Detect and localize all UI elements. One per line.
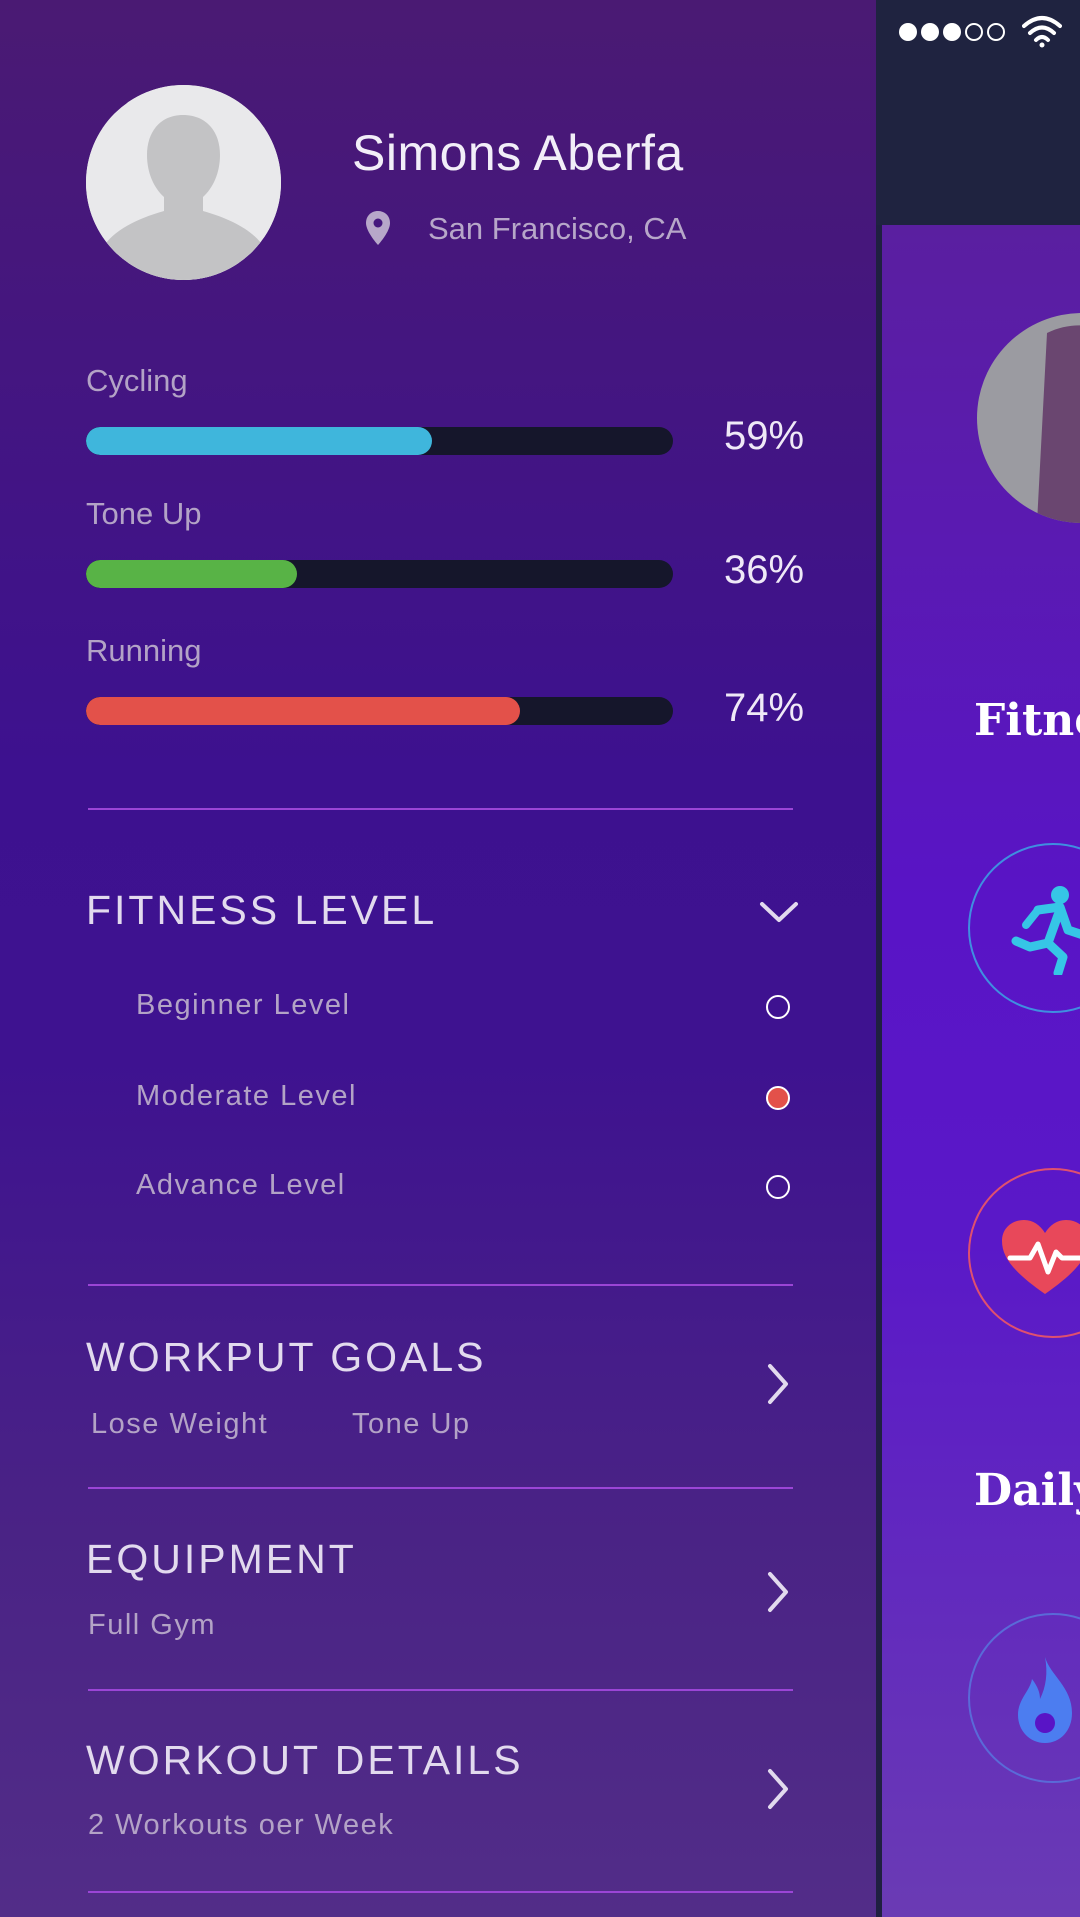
background-screen: Fitne Daily (876, 0, 1080, 1917)
signal-icon (899, 23, 1005, 41)
stat-percent-running: 74% (724, 686, 805, 730)
flame-circle (968, 1613, 1080, 1783)
goal-item-lose-weight: Lose Weight (91, 1408, 269, 1440)
stat-label-tone-up: Tone Up (86, 496, 202, 531)
equipment-title[interactable]: EQUIPMENT (86, 1536, 357, 1583)
progress-fill-running (86, 697, 521, 725)
stat-label-running: Running (86, 633, 202, 668)
status-bar (876, 0, 1080, 225)
profile-drawer: Simons Aberfa San Francisco, CA Cycling … (0, 0, 876, 1917)
divider (88, 808, 793, 810)
location-pin-icon (366, 211, 390, 245)
workout-details-title[interactable]: WORKOUT DETAILS (86, 1737, 524, 1784)
goal-item-tone-up: Tone Up (352, 1408, 471, 1440)
chevron-right-icon[interactable] (764, 1570, 792, 1614)
running-icon (1011, 886, 1080, 975)
divider (88, 1689, 793, 1691)
fitness-option-moderate[interactable]: Moderate Level (136, 1074, 796, 1124)
chevron-right-icon[interactable] (764, 1767, 792, 1811)
heart-pulse-icon (1002, 1220, 1080, 1294)
stat-percent-tone-up: 36% (724, 548, 805, 592)
divider (88, 1284, 793, 1286)
background-heading-fitness: Fitne (974, 695, 1080, 746)
background-avatar (977, 313, 1080, 523)
avatar[interactable] (86, 85, 281, 280)
running-circle (968, 843, 1080, 1013)
fitness-option-label: Moderate Level (136, 1080, 357, 1112)
fitness-level-title[interactable]: FITNESS LEVEL (86, 887, 437, 934)
fitness-option-beginner[interactable]: Beginner Level (136, 983, 796, 1033)
heart-circle (968, 1168, 1080, 1338)
stat-percent-cycling: 59% (724, 414, 805, 458)
progress-bar-running (86, 697, 673, 725)
progress-bar-cycling (86, 427, 673, 455)
progress-bar-tone-up (86, 560, 673, 588)
fitness-option-label: Advance Level (136, 1169, 346, 1201)
equipment-value: Full Gym (88, 1609, 216, 1641)
progress-fill-cycling (86, 427, 433, 455)
background-content: Fitne Daily (882, 225, 1080, 1917)
radio-button[interactable] (766, 1175, 790, 1199)
stat-label-cycling: Cycling (86, 363, 188, 398)
avatar-placeholder-icon (86, 85, 281, 280)
fitness-option-label: Beginner Level (136, 989, 351, 1021)
flame-icon (1018, 1657, 1072, 1743)
wifi-icon (1022, 16, 1062, 48)
chevron-down-icon[interactable] (758, 898, 800, 926)
radio-button[interactable] (766, 1086, 790, 1110)
radio-button[interactable] (766, 995, 790, 1019)
divider (88, 1487, 793, 1489)
progress-fill-tone-up (86, 560, 298, 588)
workout-details-value: 2 Workouts oer Week (88, 1809, 395, 1841)
fitness-option-advance[interactable]: Advance Level (136, 1163, 796, 1213)
divider (88, 1891, 793, 1893)
user-location: San Francisco, CA (428, 211, 687, 246)
workout-goals-title[interactable]: WORKPUT GOALS (86, 1334, 486, 1381)
avatar-silhouette-icon (1037, 325, 1080, 523)
chevron-right-icon[interactable] (764, 1362, 792, 1406)
background-heading-daily: Daily (974, 1465, 1080, 1516)
user-name: Simons Aberfa (352, 125, 684, 181)
